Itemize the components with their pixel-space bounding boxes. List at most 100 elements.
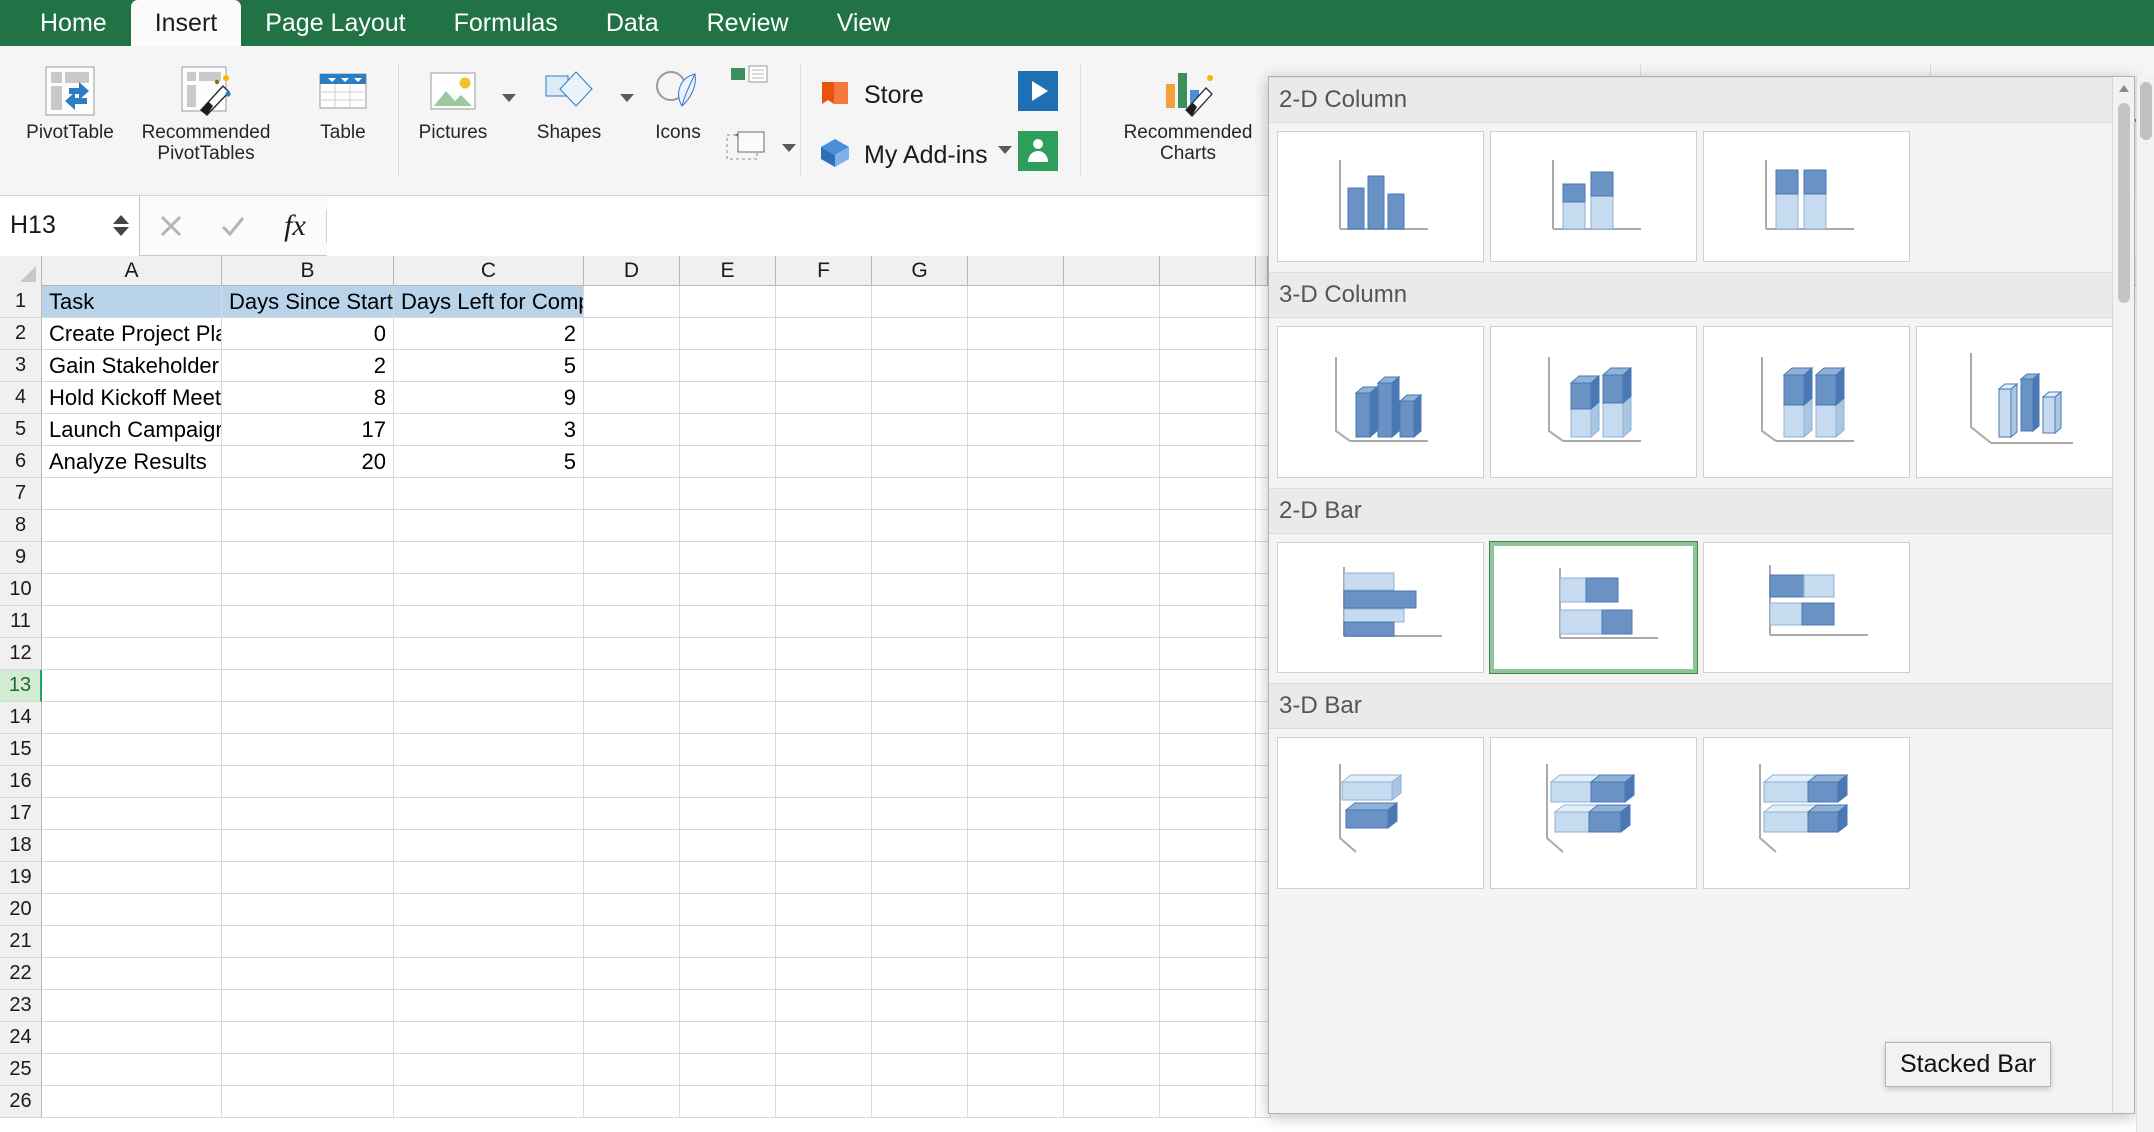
cell-D13[interactable] [584,670,680,702]
cell-empty[interactable] [1064,894,1160,926]
cell-G3[interactable] [872,350,968,382]
tab-data[interactable]: Data [582,0,683,46]
chart-thumbnail[interactable] [1277,131,1484,262]
cell-D24[interactable] [584,1022,680,1054]
cell-empty[interactable] [968,734,1064,766]
cell-empty[interactable] [1064,1022,1160,1054]
cell-empty[interactable] [1160,990,1256,1022]
cell-empty[interactable] [1160,958,1256,990]
cell-F25[interactable] [776,1054,872,1086]
cell-B17[interactable] [222,798,394,830]
cell-empty[interactable] [1160,1022,1256,1054]
cell-empty[interactable] [1160,830,1256,862]
cell-C12[interactable] [394,638,584,670]
cell-empty[interactable] [968,1022,1064,1054]
cell-F4[interactable] [776,382,872,414]
recommended-charts-button[interactable]: Recommended Charts [1098,64,1278,164]
cell-B25[interactable] [222,1054,394,1086]
cell-B1[interactable]: Days Since Start [222,286,394,318]
cell-A19[interactable] [42,862,222,894]
cell-empty[interactable] [968,638,1064,670]
row-header-4[interactable]: 4 [0,382,42,414]
table-button[interactable]: Table [300,64,386,144]
cell-E15[interactable] [680,734,776,766]
shapes-dropdown-arrow[interactable] [620,94,634,102]
cell-A15[interactable] [42,734,222,766]
cancel-entry-button[interactable] [140,196,202,256]
cell-G23[interactable] [872,990,968,1022]
cell-empty[interactable] [968,574,1064,606]
cell-F26[interactable] [776,1086,872,1118]
cell-B19[interactable] [222,862,394,894]
row-header-16[interactable]: 16 [0,766,42,798]
row-header-3[interactable]: 3 [0,350,42,382]
cell-empty[interactable] [1160,318,1256,350]
cell-D10[interactable] [584,574,680,606]
cell-E9[interactable] [680,542,776,574]
cell-F5[interactable] [776,414,872,446]
cell-E8[interactable] [680,510,776,542]
column-header-G[interactable]: G [872,256,968,286]
cell-empty[interactable] [1064,670,1160,702]
chart-thumbnail[interactable] [1703,542,1910,673]
cell-C8[interactable] [394,510,584,542]
cell-empty[interactable] [968,702,1064,734]
cell-B26[interactable] [222,1086,394,1118]
cell-B20[interactable] [222,894,394,926]
cell-F6[interactable] [776,446,872,478]
cell-D2[interactable] [584,318,680,350]
scroll-up-icon[interactable] [2119,85,2129,92]
cell-E14[interactable] [680,702,776,734]
cell-D5[interactable] [584,414,680,446]
gallery-scrollbar[interactable] [2112,77,2134,1113]
cell-C13[interactable] [394,670,584,702]
pictures-dropdown-arrow[interactable] [502,94,516,102]
cell-empty[interactable] [968,958,1064,990]
cell-E23[interactable] [680,990,776,1022]
cell-D19[interactable] [584,862,680,894]
cell-D4[interactable] [584,382,680,414]
cell-C10[interactable] [394,574,584,606]
cell-B7[interactable] [222,478,394,510]
cell-G6[interactable] [872,446,968,478]
row-header-15[interactable]: 15 [0,734,42,766]
cell-empty[interactable] [1160,574,1256,606]
cell-A2[interactable]: Create Project Plan [42,318,222,350]
chart-thumbnail[interactable] [1490,131,1697,262]
cell-B8[interactable] [222,510,394,542]
cell-empty[interactable] [1160,766,1256,798]
cell-empty[interactable] [1064,862,1160,894]
row-header-24[interactable]: 24 [0,1022,42,1054]
cell-G5[interactable] [872,414,968,446]
select-all-corner[interactable] [0,256,42,286]
cell-empty[interactable] [1064,798,1160,830]
cell-empty[interactable] [1064,926,1160,958]
chart-thumbnail[interactable] [1916,326,2123,478]
cell-A16[interactable] [42,766,222,798]
tab-formulas[interactable]: Formulas [430,0,582,46]
cell-A8[interactable] [42,510,222,542]
cell-D26[interactable] [584,1086,680,1118]
screenshot-button[interactable] [716,130,776,164]
cell-C1[interactable]: Days Left for Completion [394,286,584,318]
column-header-extra[interactable] [1064,256,1160,286]
cell-empty[interactable] [968,862,1064,894]
cell-C17[interactable] [394,798,584,830]
cell-C25[interactable] [394,1054,584,1086]
cell-empty[interactable] [1064,990,1160,1022]
cell-C3[interactable]: 5 [394,350,584,382]
tab-home[interactable]: Home [16,0,131,46]
cell-empty[interactable] [1160,798,1256,830]
cell-G13[interactable] [872,670,968,702]
cell-empty[interactable] [1064,1054,1160,1086]
people-graph-button[interactable] [1017,130,1059,177]
cell-empty[interactable] [968,798,1064,830]
cell-C9[interactable] [394,542,584,574]
cell-B15[interactable] [222,734,394,766]
cell-B5[interactable]: 17 [222,414,394,446]
row-header-7[interactable]: 7 [0,478,42,510]
cell-A10[interactable] [42,574,222,606]
cell-C5[interactable]: 3 [394,414,584,446]
window-scroll-thumb[interactable] [2140,82,2152,140]
cell-empty[interactable] [1160,1054,1256,1086]
